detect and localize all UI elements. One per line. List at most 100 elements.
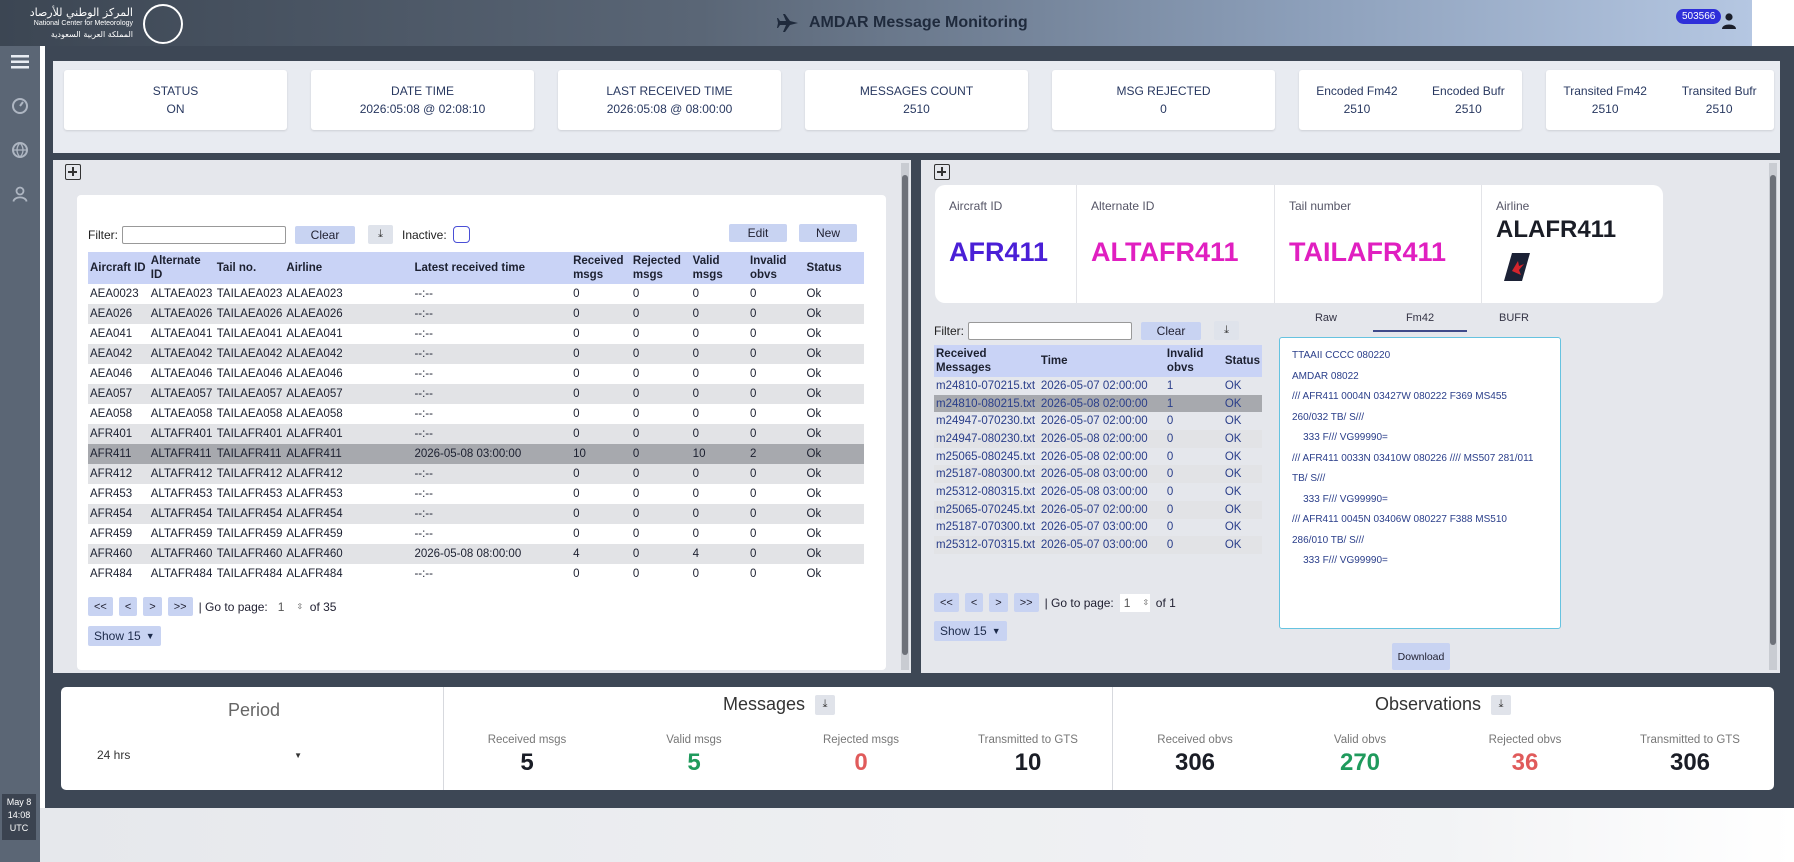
goto-page-input[interactable]: 1 ⇳ [274, 598, 304, 616]
table-cell[interactable]: m25187-070300.txt [934, 519, 1039, 537]
message-row[interactable]: m25065-070245.txt 2026-05-07 02:00:00 0 OK [934, 500, 1262, 519]
column-header[interactable]: Invalid obvs [1164, 345, 1223, 377]
dashboard-icon[interactable] [10, 96, 30, 116]
table-row[interactable]: AEA0023 ALTAEA023 TAILAEA023 ALAEA023 --:-- 0… [88, 284, 864, 304]
column-header[interactable]: Status [804, 252, 864, 284]
next-page-button[interactable]: > [989, 593, 1008, 612]
table-cell[interactable]: m25065-080245.txt [934, 448, 1039, 466]
table-cell[interactable]: m25312-080315.txt [934, 483, 1039, 501]
message-row[interactable]: m24810-080215.txt 2026-05-08 02:00:00 1 OK [934, 394, 1262, 413]
first-page-button[interactable]: << [88, 597, 113, 616]
table-cell: 0 [1166, 521, 1174, 534]
column-header[interactable]: Valid msgs [690, 252, 748, 284]
column-header[interactable]: Aircraft ID [88, 252, 149, 284]
aircraft-filter-input[interactable] [122, 225, 286, 244]
table-row[interactable]: AFR484 ALTAFR484 TAILAFR484 ALAFR484 --:-- 0 0… [88, 564, 864, 584]
column-header[interactable]: Tail no. [214, 252, 285, 284]
message-row[interactable]: m25312-080315.txt 2026-05-08 03:00:00 0 OK [934, 483, 1262, 501]
aircraft-panel-scrollbar[interactable] [901, 163, 909, 670]
prev-page-button[interactable]: < [118, 597, 138, 616]
aircraft-page-size-select[interactable]: Show 15 ▼ [88, 626, 161, 646]
table-cell[interactable]: m24947-080230.txt [934, 430, 1039, 448]
spinner-icon[interactable]: ⇳ [1142, 598, 1149, 607]
ncm-logo[interactable]: المركز الوطني للأرصاد National Center fo… [18, 4, 183, 44]
prev-page-button[interactable]: < [964, 593, 984, 612]
table-row[interactable]: AEA057 ALTAEA057 TAILAEA057 ALAEA057 --:-- 0 0… [88, 384, 864, 404]
table-cell[interactable]: m25065-070245.txt [934, 500, 1039, 519]
download-icon[interactable]: ⤓ [1214, 321, 1239, 340]
message-row[interactable]: m25187-070300.txt 2026-05-07 03:00:00 0 OK [934, 519, 1262, 537]
column-header[interactable]: Latest received time [412, 252, 572, 284]
first-page-button[interactable]: << [934, 593, 959, 612]
period-select[interactable]: 24 hrs ▼ [97, 745, 302, 765]
clear-button[interactable]: Clear [1141, 321, 1201, 340]
edit-button[interactable]: Edit [729, 224, 787, 242]
user-icon[interactable] [1722, 13, 1736, 29]
table-row[interactable]: AEA058 ALTAEA058 TAILAEA058 ALAEA058 --:-- 0 0… [88, 404, 864, 424]
table-row[interactable]: AFR453 ALTAFR453 TAILAFR453 ALAFR453 --:-- 0 0… [88, 484, 864, 504]
column-header[interactable]: Status [1222, 345, 1262, 377]
goto-page-input[interactable]: 1 ⇳ [1119, 593, 1150, 612]
menu-icon[interactable] [10, 52, 30, 72]
column-header[interactable]: Alternate ID [148, 252, 215, 284]
detail-panel-scrollbar[interactable] [1769, 163, 1777, 670]
table-row[interactable]: AFR459 ALTAFR459 TAILAFR459 ALAFR459 --:-- 0 0… [88, 524, 864, 544]
message-row[interactable]: m24810-070215.txt 2026-05-07 02:00:00 1 OK [934, 377, 1262, 395]
table-cell: 0 [632, 368, 640, 380]
column-header[interactable]: Time [1038, 345, 1165, 377]
table-cell: 0 [690, 304, 748, 324]
column-header[interactable]: Received Messages [934, 345, 1039, 377]
inactive-checkbox[interactable] [452, 226, 470, 243]
table-cell: AFR484 [90, 568, 133, 580]
table-row[interactable]: AEA026 ALTAEA026 TAILAEA026 ALAEA026 --:-- 0 0… [88, 304, 864, 324]
message-row[interactable]: m24947-080230.txt 2026-05-08 02:00:00 0 OK [934, 430, 1262, 448]
table-row[interactable]: AEA046 ALTAEA046 TAILAEA046 ALAEA046 --:-- 0 0… [88, 364, 864, 384]
table-row[interactable]: AFR460 ALTAFR460 TAILAFR460 ALAFR460 2026-05… [88, 544, 864, 564]
table-cell: 2026-05-08 02:00:00 [1040, 450, 1148, 463]
profile-icon[interactable] [10, 184, 30, 204]
last-page-button[interactable]: >> [1013, 593, 1039, 612]
table-cell[interactable]: m25312-070315.txt [934, 536, 1039, 554]
expand-icon[interactable] [65, 164, 81, 180]
column-header[interactable]: Invalid obvs [748, 252, 805, 284]
download-icon[interactable]: ⤓ [368, 225, 393, 244]
column-header[interactable]: Airline [284, 252, 413, 284]
download-icon[interactable]: ⤓ [815, 694, 836, 715]
message-row[interactable]: m25312-070315.txt 2026-05-07 03:00:00 0 OK [934, 536, 1262, 554]
table-cell[interactable]: m24810-070215.txt [934, 377, 1039, 395]
table-cell[interactable]: m24947-070230.txt [934, 412, 1039, 430]
table-cell[interactable]: m25187-080300.txt [934, 465, 1039, 484]
expand-icon[interactable] [934, 164, 950, 180]
topbar-edge [1752, 0, 1794, 46]
table-row[interactable]: AFR411 ALTAFR411 TAILAFR411 ALAFR411 2026-05… [88, 444, 864, 464]
tab-bufr[interactable]: BUFR [1467, 308, 1561, 332]
messages-filter-input[interactable] [968, 321, 1132, 340]
globe-icon[interactable] [10, 140, 30, 160]
new-button[interactable]: New [799, 224, 857, 242]
clock: May 8 14:08 UTC [2, 794, 36, 840]
download-icon[interactable]: ⤓ [1491, 694, 1512, 715]
messages-page-size-select[interactable]: Show 15 ▼ [934, 621, 1007, 641]
last-page-button[interactable]: >> [167, 597, 193, 616]
table-row[interactable]: AFR454 ALTAFR454 TAILAFR454 ALAFR454 --:-- 0 0… [88, 504, 864, 524]
table-cell: ALAEA058 [286, 408, 343, 420]
table-row[interactable]: AEA042 ALTAEA042 TAILAEA042 ALAEA042 --:-- 0 0… [88, 344, 864, 364]
column-header[interactable]: Received msgs [571, 252, 631, 284]
spinner-icon[interactable]: ⇳ [296, 602, 303, 611]
table-row[interactable]: AFR401 ALTAFR401 TAILAFR401 ALAFR401 --:-- 0 0… [88, 424, 864, 444]
download-button[interactable]: Download [1392, 643, 1450, 670]
table-cell[interactable]: m24810-080215.txt [934, 394, 1039, 413]
column-header[interactable]: Rejected msgs [630, 252, 691, 284]
chevron-down-icon: ▼ [991, 626, 1001, 636]
message-row[interactable]: m24947-070230.txt 2026-05-07 02:00:00 0 OK [934, 412, 1262, 430]
clear-button[interactable]: Clear [295, 225, 355, 244]
message-text-area[interactable]: TTAAII CCCC 080220 AMDAR 08022 /// AFR41… [1279, 337, 1561, 629]
message-row[interactable]: m25187-080300.txt 2026-05-08 03:00:00 0 OK [934, 465, 1262, 484]
table-cell: --:-- [412, 464, 572, 484]
table-row[interactable]: AFR412 ALTAFR412 TAILAFR412 ALAFR412 --:-- 0 0… [88, 464, 864, 484]
table-row[interactable]: AEA041 ALTAEA041 TAILAEA041 ALAEA041 --:-- 0 0… [88, 324, 864, 344]
message-row[interactable]: m25065-080245.txt 2026-05-08 02:00:00 0 OK [934, 448, 1262, 466]
tab-raw[interactable]: Raw [1279, 308, 1373, 332]
tab-fm42[interactable]: Fm42 [1373, 308, 1467, 332]
next-page-button[interactable]: > [143, 597, 162, 616]
